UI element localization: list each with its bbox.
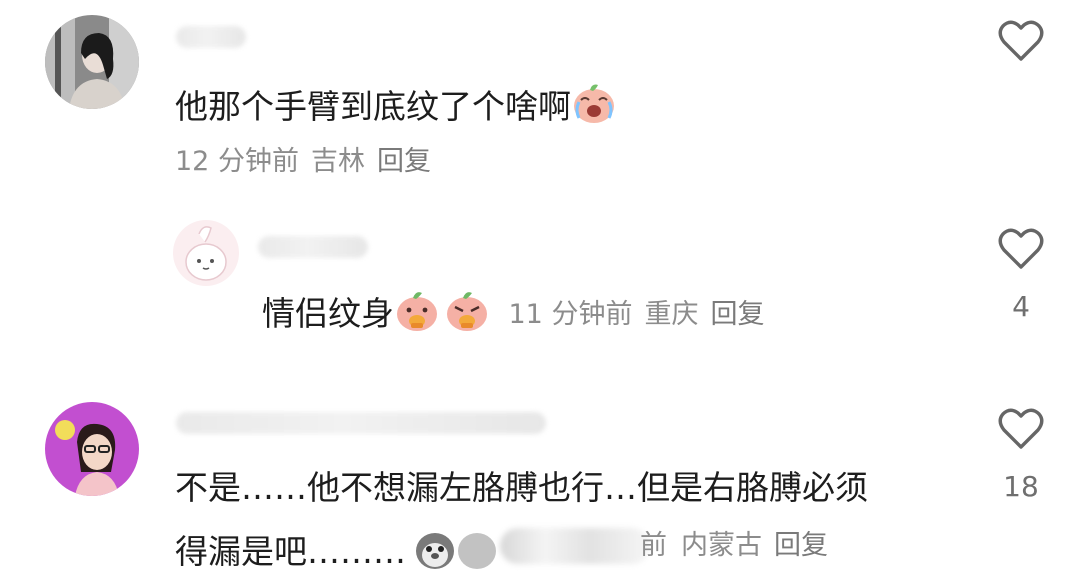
like-count: 18 bbox=[1003, 470, 1039, 503]
username-blurred[interactable] bbox=[258, 236, 368, 258]
like-button[interactable] bbox=[996, 408, 1046, 450]
user-avatar[interactable] bbox=[45, 402, 139, 496]
like-button[interactable] bbox=[996, 228, 1046, 270]
reply-button[interactable]: 回复 bbox=[377, 146, 431, 178]
crying-face-emoji bbox=[571, 80, 617, 126]
comment-meta: 前内蒙古 回复 bbox=[640, 530, 840, 562]
comment-text-line-1: 不是……他不想漏左胳膊也行…但是右胳膊必须 bbox=[175, 468, 868, 507]
peach-eating-emoji bbox=[444, 287, 490, 333]
penguin-emoji bbox=[412, 525, 458, 571]
comment-time: 11 分钟前 bbox=[508, 299, 633, 330]
username-blurred[interactable] bbox=[176, 412, 546, 434]
heart-outline-icon bbox=[998, 20, 1044, 61]
comment-time-fragment: 前 bbox=[640, 530, 667, 561]
heart-outline-icon bbox=[998, 408, 1044, 449]
heart-outline-icon bbox=[998, 228, 1044, 269]
user-avatar[interactable] bbox=[45, 15, 139, 109]
user-avatar[interactable] bbox=[173, 220, 239, 286]
comment-text-line-2: 得漏是吧……… bbox=[175, 525, 500, 572]
like-count: 4 bbox=[1012, 290, 1030, 323]
reply-button[interactable]: 回复 bbox=[774, 530, 828, 562]
comment-meta: 12 分钟前 吉林 回复 bbox=[175, 146, 443, 178]
comment-time: 12 分钟前 bbox=[175, 146, 299, 177]
like-button[interactable] bbox=[996, 20, 1046, 62]
reply-button[interactable]: 回复 bbox=[710, 299, 764, 331]
comment-text: 他那个手臂到底纹了个啥啊 bbox=[175, 80, 617, 127]
comment-text: 情侣纹身 11 分钟前 重庆 回复 bbox=[262, 287, 776, 334]
comment-location: 重庆 bbox=[644, 299, 699, 330]
penguin-emoji bbox=[454, 525, 500, 571]
peach-eating-emoji bbox=[394, 287, 440, 333]
blurred-metadata bbox=[500, 528, 650, 564]
comment-location: 吉林 bbox=[310, 146, 365, 177]
username-blurred[interactable] bbox=[176, 26, 246, 48]
comment-location: 内蒙古 bbox=[681, 530, 762, 561]
